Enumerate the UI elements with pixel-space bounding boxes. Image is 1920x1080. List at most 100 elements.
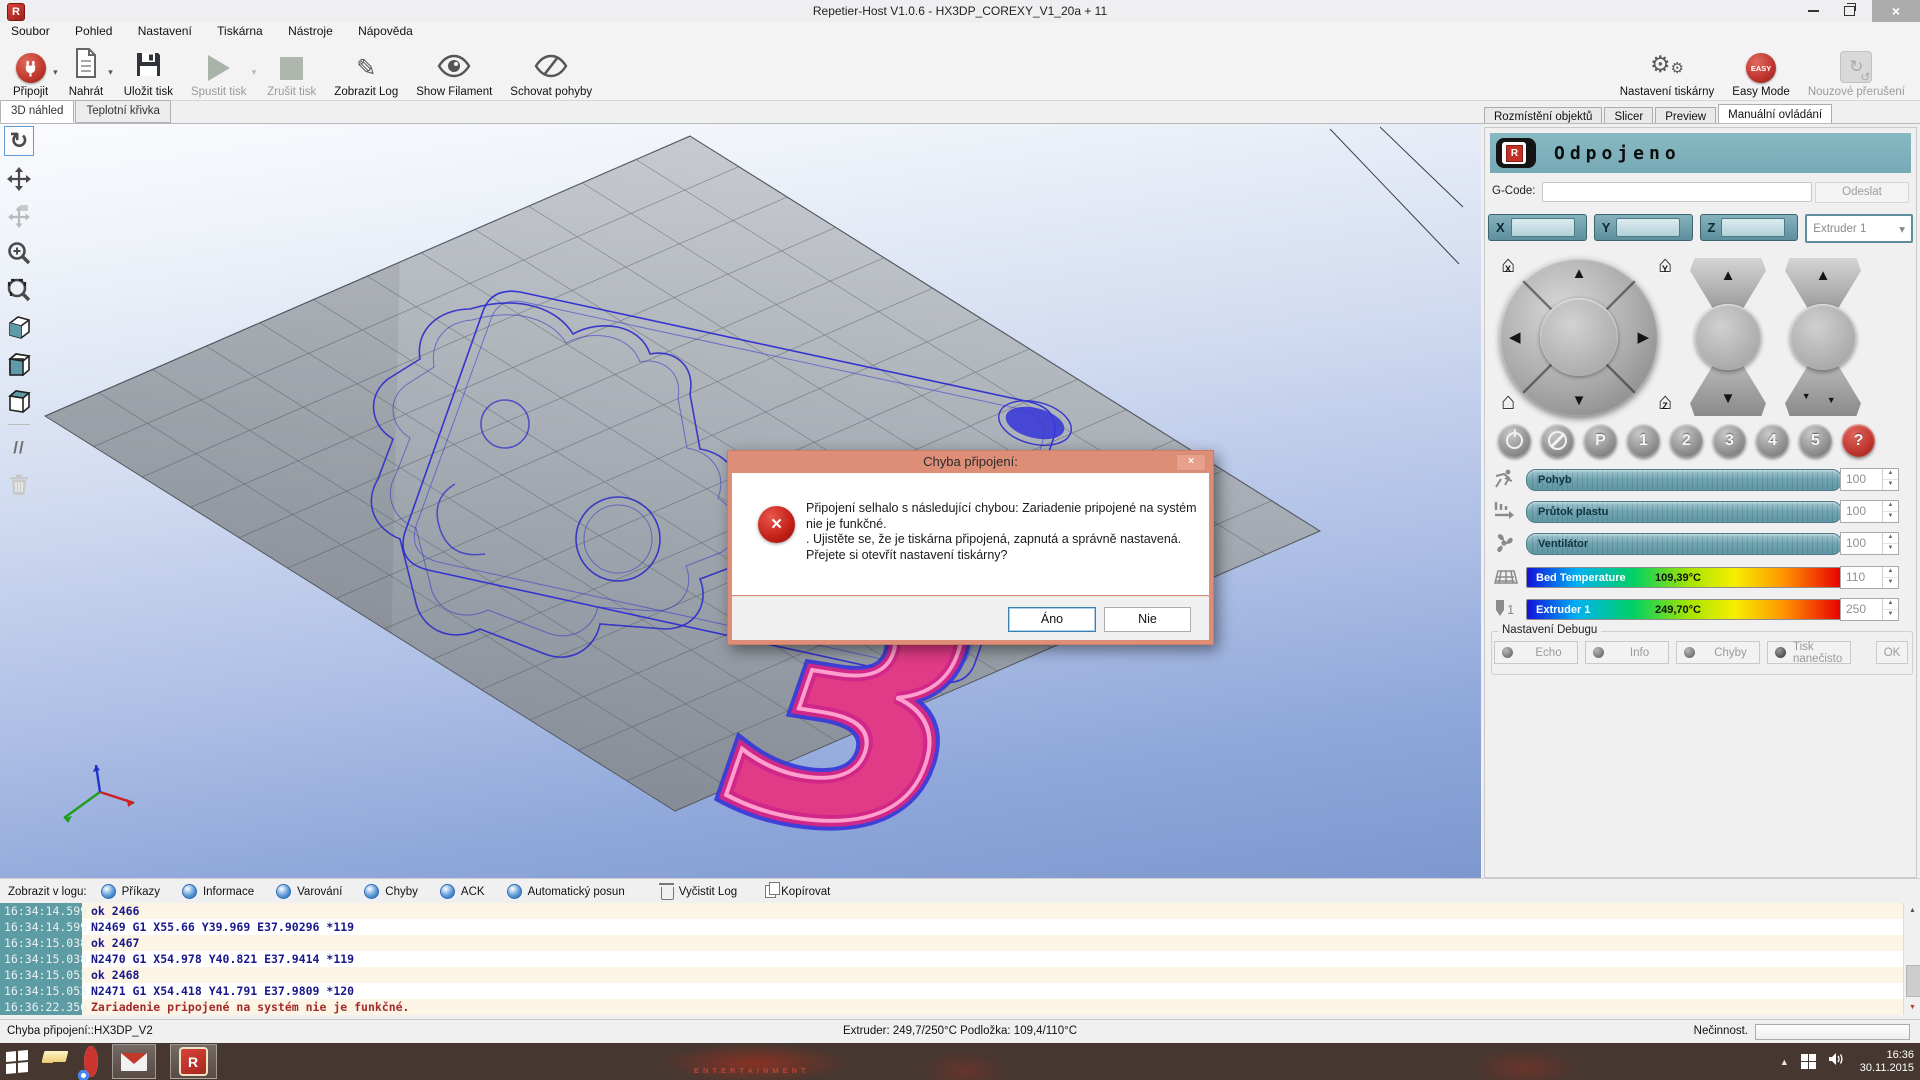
tab-teplotni-krivka[interactable]: Teplotní křivka <box>75 100 171 123</box>
extruder-temperature-value[interactable]: 250 ▲▼ <box>1840 598 1899 621</box>
jog-x-minus-icon[interactable]: ◀ <box>1509 328 1521 346</box>
z-up-icon[interactable]: ▲ <box>1721 267 1736 284</box>
scroll-up-icon[interactable]: ▲ <box>1904 903 1920 918</box>
filter-info[interactable]: Informace <box>182 884 254 899</box>
mail-button[interactable] <box>112 1044 156 1079</box>
scroll-down-icon[interactable]: ▼ <box>1904 1000 1920 1015</box>
fit-view-tool[interactable] <box>5 276 33 304</box>
fan-value[interactable]: 100 ▲▼ <box>1840 532 1899 555</box>
volume-icon[interactable] <box>1828 1052 1844 1071</box>
extruder-select[interactable]: Extruder 1▾ <box>1805 214 1913 243</box>
debug-info-toggle[interactable]: Info <box>1585 641 1669 664</box>
filter-autoscroll[interactable]: Automatický posun <box>507 884 625 899</box>
extruder-temperature-spinner[interactable]: ▲▼ <box>1882 599 1898 620</box>
title-bar: R Repetier-Host V1.0.6 - HX3DP_COREXY_V1… <box>0 0 1920 23</box>
printer-settings-button[interactable]: ⚙⚙ Nastavení tiskárny <box>1611 38 1724 100</box>
iso-view-tool[interactable] <box>5 313 33 341</box>
scrollbar-thumb[interactable] <box>1906 965 1920 997</box>
log-output[interactable]: 16:34:14.599ok 2466 16:34:14.599N2469 G1… <box>0 903 1903 1015</box>
bed-temperature-slider[interactable]: Bed Temperature109,39°C <box>1526 567 1842 588</box>
filter-commands[interactable]: Příkazy <box>101 884 160 899</box>
jog-y-plus-icon[interactable]: ▲ <box>1572 265 1587 282</box>
filament-off-button[interactable] <box>1541 424 1574 457</box>
home-all-button[interactable]: ⌂ <box>1493 390 1523 418</box>
bed-temperature-spinner[interactable]: ▲▼ <box>1882 567 1898 588</box>
flow-spinner[interactable]: ▲▼ <box>1882 501 1898 522</box>
preset-3-button[interactable]: 3 <box>1713 424 1746 457</box>
close-button[interactable]: × <box>1872 0 1920 22</box>
move-view-tool[interactable] <box>5 165 33 193</box>
start-button[interactable] <box>6 1051 28 1073</box>
bed-temperature-reading: 109,39°C <box>1655 572 1701 584</box>
dialog-yes-button[interactable]: Áno <box>1008 607 1096 632</box>
clear-log-button[interactable]: Vyčistit Log <box>661 884 737 900</box>
gears-icon: ⚙⚙ <box>1650 53 1684 83</box>
tab-manualni-ovladani[interactable]: Manuální ovládání <box>1718 104 1832 124</box>
y-position-display: Y <box>1594 214 1693 241</box>
front-view-tool[interactable] <box>5 350 33 378</box>
easy-mode-button[interactable]: EASY Easy Mode <box>1723 38 1799 100</box>
xy-jog-pad[interactable]: ▲ ▼ ◀ ▶ <box>1500 258 1658 416</box>
network-icon[interactable] <box>1801 1054 1816 1069</box>
speed-spinner[interactable]: ▲▼ <box>1882 469 1898 490</box>
preset-1-button[interactable]: 1 <box>1627 424 1660 457</box>
speed-slider[interactable]: Pohyb <box>1526 469 1842 491</box>
home-y-button[interactable]: ⌂Y <box>1650 253 1680 281</box>
repetier-taskbar-button[interactable]: R <box>170 1044 217 1079</box>
tab-3d-nahled[interactable]: 3D náhled <box>0 100 74 123</box>
gcode-input[interactable] <box>1542 182 1812 202</box>
filter-warnings[interactable]: Varování <box>276 884 342 899</box>
hide-travel-button[interactable]: Schovat pohyby <box>501 38 601 100</box>
parallel-projection-tool[interactable]: // <box>5 434 33 462</box>
log-scrollbar[interactable]: ▲ ▼ <box>1903 903 1920 1015</box>
park-button[interactable]: P <box>1584 424 1617 457</box>
bed-temperature-value[interactable]: 110 ▲▼ <box>1840 566 1899 589</box>
preset-4-button[interactable]: 4 <box>1756 424 1789 457</box>
filter-errors[interactable]: Chyby <box>364 884 418 899</box>
fan-spinner[interactable]: ▲▼ <box>1882 533 1898 554</box>
taskbar-clock[interactable]: 16:36 30.11.2015 <box>1860 1049 1914 1075</box>
dialog-no-button[interactable]: Nie <box>1104 607 1191 632</box>
filter-ack[interactable]: ACK <box>440 884 485 899</box>
save-print-button[interactable]: Uložit tisk <box>115 38 182 100</box>
debug-dry-run-toggle[interactable]: Tisk nanečisto <box>1767 641 1851 664</box>
tray-expand-icon[interactable]: ▲ <box>1780 1057 1789 1067</box>
send-gcode-button[interactable]: Odeslat <box>1815 182 1909 203</box>
dialog-close-button[interactable]: × <box>1176 454 1206 471</box>
restore-button[interactable] <box>1834 0 1864 22</box>
preset-2-button[interactable]: 2 <box>1670 424 1703 457</box>
jog-x-plus-icon[interactable]: ▶ <box>1637 328 1649 346</box>
opera-button[interactable] <box>84 1053 98 1071</box>
debug-errors-toggle[interactable]: Chyby <box>1676 641 1760 664</box>
connect-button[interactable]: Připojit <box>4 38 57 100</box>
led-icon <box>1593 647 1604 658</box>
show-log-button[interactable]: ✎ Zobrazit Log <box>325 38 407 100</box>
minimize-button[interactable] <box>1798 0 1828 22</box>
home-z-button[interactable]: ⌂Z <box>1650 390 1680 418</box>
debug-echo-toggle[interactable]: Echo <box>1494 641 1578 664</box>
zoom-tool[interactable] <box>5 239 33 267</box>
flow-value[interactable]: 100 ▲▼ <box>1840 500 1899 523</box>
z-jog-control[interactable]: ▲ ▼ <box>1690 258 1766 416</box>
rotate-view-tool[interactable]: ↻ <box>4 126 34 156</box>
home-x-button[interactable]: ⌂X <box>1493 253 1523 281</box>
z-down-icon[interactable]: ▼ <box>1721 390 1736 407</box>
load-button[interactable]: Nahrát <box>60 38 113 100</box>
power-button[interactable] <box>1498 424 1531 457</box>
jog-y-minus-icon[interactable]: ▼ <box>1572 392 1587 409</box>
extruder-jog-control[interactable]: ▲ ▼ ▼ <box>1785 258 1861 416</box>
flow-slider[interactable]: Průtok plastu <box>1526 501 1842 523</box>
debug-ok-button[interactable]: OK <box>1876 641 1908 664</box>
extrude-icon[interactable]: ▼ <box>1802 391 1811 401</box>
bed-icon <box>1492 566 1518 588</box>
help-button[interactable]: ? <box>1842 424 1875 457</box>
copy-log-button[interactable]: Kopírovat <box>765 885 830 898</box>
preset-5-button[interactable]: 5 <box>1799 424 1832 457</box>
show-filament-button[interactable]: Show Filament <box>407 38 501 100</box>
retract-icon[interactable]: ▲ <box>1816 267 1831 284</box>
extruder-temperature-slider[interactable]: Extruder 1249,70°C <box>1526 599 1842 620</box>
fan-slider[interactable]: Ventilátor <box>1526 533 1842 555</box>
extrude-fast-icon[interactable]: ▼ <box>1827 397 1836 404</box>
speed-value[interactable]: 100 ▲▼ <box>1840 468 1899 491</box>
top-view-tool[interactable] <box>5 387 33 415</box>
